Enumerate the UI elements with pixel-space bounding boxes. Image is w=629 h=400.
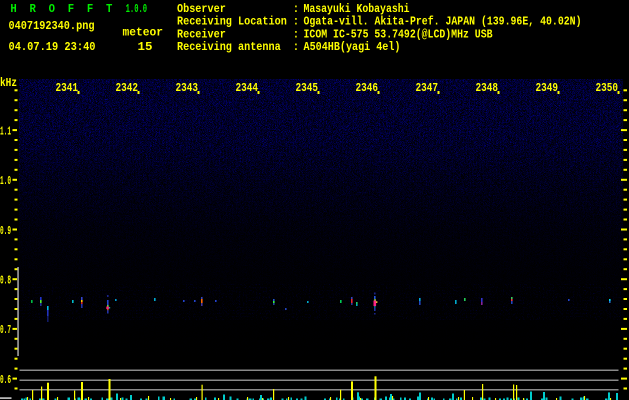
- svg-text:2349: 2349: [536, 81, 559, 95]
- svg-text:2343: 2343: [176, 81, 199, 95]
- svg-text:kHz: kHz: [0, 76, 17, 90]
- svg-text:A504HB(yagi 4el): A504HB(yagi 4el): [304, 40, 401, 54]
- svg-text:2344: 2344: [236, 81, 259, 95]
- svg-text:2341: 2341: [56, 81, 79, 95]
- svg-text:0.8: 0.8: [0, 273, 11, 287]
- svg-text:0407192340.png: 0407192340.png: [9, 19, 95, 33]
- svg-text:2345: 2345: [296, 81, 319, 95]
- svg-text:1.0: 1.0: [0, 174, 11, 188]
- svg-text:2350: 2350: [596, 81, 619, 95]
- svg-text:15: 15: [138, 40, 153, 54]
- svg-text:2348: 2348: [476, 81, 499, 95]
- svg-text:H R O F F T: H R O F F T: [10, 2, 112, 16]
- svg-text:0.9: 0.9: [0, 224, 11, 238]
- svg-text:2346: 2346: [356, 81, 379, 95]
- svg-text:1.1: 1.1: [0, 124, 11, 138]
- svg-text:0.6: 0.6: [0, 373, 11, 387]
- svg-text:meteor: meteor: [123, 26, 164, 40]
- svg-text:0.7: 0.7: [0, 323, 11, 337]
- svg-text:1.0.0: 1.0.0: [126, 2, 148, 16]
- svg-text:Receiving antenna :: Receiving antenna :: [177, 40, 299, 54]
- svg-text:2347: 2347: [416, 81, 439, 95]
- svg-text:2342: 2342: [116, 81, 139, 95]
- svg-text:04.07.19 23:40: 04.07.19 23:40: [9, 40, 96, 54]
